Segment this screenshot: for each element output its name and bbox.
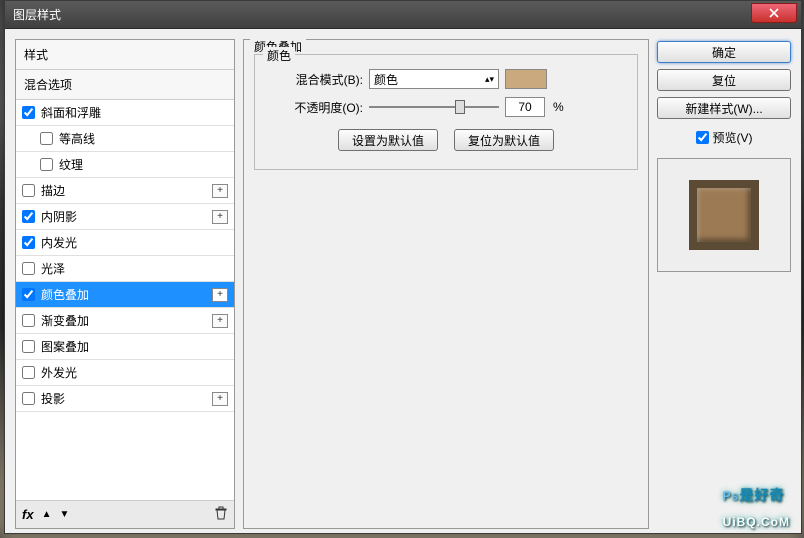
- arrow-down-icon[interactable]: ▼: [59, 509, 69, 520]
- preview-thumbnail: [689, 180, 759, 250]
- effect-label: 描边: [41, 182, 65, 199]
- effect-item-11[interactable]: 投影 +: [16, 386, 234, 412]
- effect-label: 内阴影: [41, 208, 77, 225]
- effect-item-1[interactable]: 等高线: [16, 126, 234, 152]
- effect-item-0[interactable]: 斜面和浮雕: [16, 100, 234, 126]
- effect-item-7[interactable]: 颜色叠加 +: [16, 282, 234, 308]
- preview-checkbox[interactable]: [696, 131, 709, 144]
- plus-icon[interactable]: +: [212, 210, 228, 224]
- reset-default-button[interactable]: 复位为默认值: [454, 129, 554, 151]
- slider-thumb[interactable]: [455, 100, 465, 114]
- effects-sidebar: 样式 混合选项 斜面和浮雕等高线纹理描边 + 内阴影 + 内发光光泽颜色叠加 + 渐变叠加 +…: [15, 39, 235, 529]
- chevron-updown-icon: ▴▾: [485, 74, 494, 85]
- effect-label: 图案叠加: [41, 338, 89, 355]
- effect-checkbox[interactable]: [40, 132, 53, 145]
- effect-checkbox[interactable]: [40, 158, 53, 171]
- effect-checkbox[interactable]: [22, 106, 35, 119]
- effect-label: 等高线: [59, 130, 95, 147]
- effect-checkbox[interactable]: [22, 288, 35, 301]
- plus-icon[interactable]: +: [212, 184, 228, 198]
- new-style-button[interactable]: 新建样式(W)...: [657, 97, 791, 119]
- effect-checkbox[interactable]: [22, 262, 35, 275]
- opacity-input[interactable]: [505, 97, 545, 117]
- effect-item-9[interactable]: 图案叠加: [16, 334, 234, 360]
- blend-mode-value: 颜色: [374, 71, 398, 88]
- blend-options-header[interactable]: 混合选项: [16, 70, 234, 100]
- preview-box: [657, 158, 791, 272]
- effect-checkbox[interactable]: [22, 210, 35, 223]
- effect-item-8[interactable]: 渐变叠加 +: [16, 308, 234, 334]
- effect-label: 渐变叠加: [41, 312, 89, 329]
- blend-mode-select[interactable]: 颜色 ▴▾: [369, 69, 499, 89]
- effect-label: 颜色叠加: [41, 286, 89, 303]
- color-group: 颜色 混合模式(B): 颜色 ▴▾ 不透明度(O): %: [254, 54, 638, 170]
- action-column: 确定 复位 新建样式(W)... 预览(V): [657, 39, 791, 529]
- plus-icon[interactable]: +: [212, 288, 228, 302]
- effect-item-10[interactable]: 外发光: [16, 360, 234, 386]
- fx-icon[interactable]: fx: [22, 507, 34, 522]
- set-default-button[interactable]: 设置为默认值: [338, 129, 438, 151]
- preview-label: 预览(V): [713, 129, 753, 146]
- effect-list: 斜面和浮雕等高线纹理描边 + 内阴影 + 内发光光泽颜色叠加 + 渐变叠加 + 图案叠加外发光投…: [16, 100, 234, 500]
- effect-item-6[interactable]: 光泽: [16, 256, 234, 282]
- cancel-button[interactable]: 复位: [657, 69, 791, 91]
- opacity-label: 不透明度(O):: [265, 99, 363, 116]
- effect-item-3[interactable]: 描边 +: [16, 178, 234, 204]
- effect-item-4[interactable]: 内阴影 +: [16, 204, 234, 230]
- effect-item-5[interactable]: 内发光: [16, 230, 234, 256]
- color-swatch[interactable]: [505, 69, 547, 89]
- blend-mode-label: 混合模式(B):: [265, 71, 363, 88]
- styles-header[interactable]: 样式: [16, 40, 234, 70]
- effect-label: 斜面和浮雕: [41, 104, 101, 121]
- window-title: 图层样式: [13, 6, 61, 23]
- titlebar[interactable]: 图层样式: [5, 1, 801, 29]
- close-icon: [769, 8, 779, 18]
- close-button[interactable]: [751, 3, 797, 23]
- effect-label: 投影: [41, 390, 65, 407]
- preview-toggle[interactable]: 预览(V): [657, 129, 791, 146]
- trash-icon[interactable]: [214, 506, 228, 523]
- opacity-slider[interactable]: [369, 97, 499, 117]
- effect-checkbox[interactable]: [22, 236, 35, 249]
- arrow-up-icon[interactable]: ▲: [42, 509, 52, 520]
- effect-label: 光泽: [41, 260, 65, 277]
- effect-checkbox[interactable]: [22, 366, 35, 379]
- group-legend: 颜色: [263, 47, 295, 64]
- effect-label: 内发光: [41, 234, 77, 251]
- plus-icon[interactable]: +: [212, 392, 228, 406]
- layer-style-dialog: 图层样式 样式 混合选项 斜面和浮雕等高线纹理描边 + 内阴影 + 内发光光泽颜色叠加 +…: [4, 0, 802, 534]
- effect-checkbox[interactable]: [22, 184, 35, 197]
- effect-checkbox[interactable]: [22, 392, 35, 405]
- ok-button[interactable]: 确定: [657, 41, 791, 63]
- effect-label: 外发光: [41, 364, 77, 381]
- effect-item-2[interactable]: 纹理: [16, 152, 234, 178]
- effect-checkbox[interactable]: [22, 340, 35, 353]
- settings-panel: 颜色叠加 颜色 混合模式(B): 颜色 ▴▾ 不透明度(O):: [243, 39, 649, 529]
- effect-label: 纹理: [59, 156, 83, 173]
- plus-icon[interactable]: +: [212, 314, 228, 328]
- sidebar-footer: fx ▲ ▼: [16, 500, 234, 528]
- effect-checkbox[interactable]: [22, 314, 35, 327]
- opacity-unit: %: [553, 100, 564, 114]
